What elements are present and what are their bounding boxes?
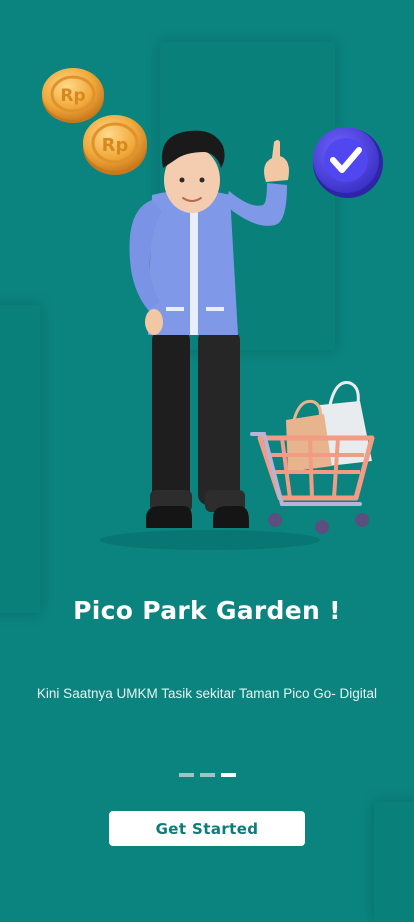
pagination-dot[interactable] bbox=[178, 773, 194, 777]
onboarding-title: Pico Park Garden ! bbox=[73, 596, 341, 625]
onboarding-subtitle: Kini Saatnya UMKM Tasik sekitar Taman Pi… bbox=[36, 686, 378, 701]
hero-illustration: Rp Rp bbox=[42, 68, 383, 550]
rupiah-coin-icon: Rp bbox=[42, 68, 104, 123]
pagination-dot[interactable] bbox=[199, 773, 215, 777]
person-figure bbox=[129, 130, 289, 528]
check-badge-icon bbox=[313, 127, 383, 198]
ground-shadow bbox=[100, 530, 320, 550]
coin-label: Rp bbox=[60, 86, 85, 106]
rupiah-coin-icon: Rp bbox=[83, 115, 147, 175]
shopping-cart-icon bbox=[250, 380, 375, 534]
get-started-button[interactable]: Get Started bbox=[109, 811, 305, 846]
pagination-dot[interactable] bbox=[220, 773, 236, 777]
coin-label: Rp bbox=[102, 135, 129, 156]
decor-panel-bottom-right bbox=[374, 802, 414, 922]
pagination-indicator bbox=[0, 773, 414, 777]
